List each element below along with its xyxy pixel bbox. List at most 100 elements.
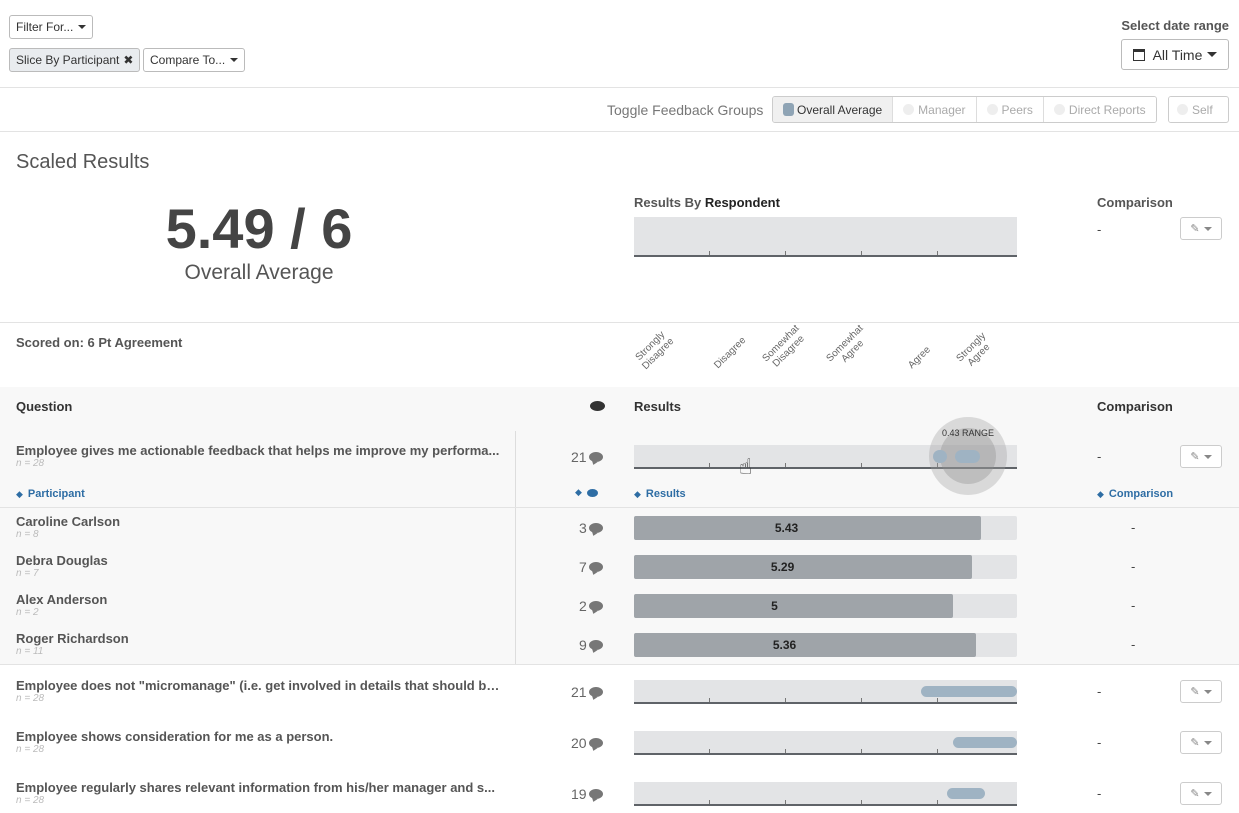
result-value: 5.29 [770,560,795,574]
result-bar-track: 5 [634,594,1017,618]
pin-dropdown-button[interactable]: ✎ [1180,680,1222,703]
range-bar[interactable] [953,737,1017,748]
tick [709,800,710,804]
toggle-self[interactable]: Self [1169,97,1221,122]
comparison-value: - [1131,520,1136,535]
sort-header-label: Comparison [1108,488,1174,500]
legend-dot-icon [986,104,998,115]
question-text[interactable]: Employee gives me actionable feedback th… [16,443,501,458]
chevron-down-icon [1203,791,1212,796]
tick [785,698,786,702]
pin-dropdown-button[interactable]: ✎ [1180,731,1222,754]
compare-to-dropdown[interactable]: Compare To... [143,48,246,72]
tick [861,800,862,804]
section-title: Scaled Results [16,151,150,173]
comment-count[interactable]: 21 [571,449,603,465]
range-bar[interactable] [946,788,986,799]
pin-dropdown-button[interactable]: ✎ [1180,782,1222,805]
range-bar[interactable] [921,686,1017,697]
toggle-overall-average[interactable]: Overall Average [773,97,894,122]
comparison-value: - [1097,735,1102,750]
tick [861,251,862,255]
question-n: n = 28 [16,744,45,755]
result-value: 5 [771,599,778,613]
toggle-label: Direct Reports [1068,102,1146,117]
range-label: 0.43 RANGE [942,428,995,438]
sort-icon: ◆ [1097,488,1104,499]
results-by-text: Results By [634,195,702,210]
range-bar-min[interactable] [933,450,947,463]
comment-count[interactable]: 21 [571,684,603,700]
divider [0,664,1239,665]
close-icon[interactable]: ✖ [123,53,133,67]
question-n: n = 28 [16,693,45,704]
comment-bubble-icon [586,488,598,497]
chevron-down-icon [1203,226,1212,231]
comments-sort-header[interactable]: ◆ [575,487,598,498]
result-bar-track: 5.43 [634,516,1017,540]
results-by-label: Results By Respondent [634,195,780,210]
legend-dot-icon [1177,104,1188,115]
participant-sort-header[interactable]: ◆ Participant [16,488,85,500]
date-range-label: Select date range [1121,18,1229,33]
divider [0,87,1239,88]
participant-name[interactable]: Debra Douglas [16,553,108,568]
comparison-value: - [1097,449,1102,464]
toggle-self-group: Self [1168,96,1229,123]
tick [785,749,786,753]
comment-count[interactable]: 2 [579,598,603,614]
sort-icon: ◆ [634,488,641,499]
question-text[interactable]: Employee shows consideration for me as a… [16,729,501,744]
toggle-peers[interactable]: Peers [976,97,1044,122]
toggle-label: Overall Average [797,102,883,117]
pin-dropdown-button[interactable]: ✎ [1180,217,1222,240]
comparison-sort-header[interactable]: ◆ Comparison [1097,488,1173,500]
toggle-manager[interactable]: Manager [893,97,977,122]
divider [0,131,1239,132]
results-by-dimension: Respondent [704,195,780,210]
comment-bubble-icon [588,601,603,611]
tick [709,698,710,702]
pin-dropdown-button[interactable]: ✎ [1180,445,1222,468]
participant-name[interactable]: Caroline Carlson [16,514,120,529]
range-bar-max[interactable] [955,450,980,463]
question-text[interactable]: Employee does not "micromanage" (i.e. ge… [16,678,501,693]
result-value: 5.36 [772,638,797,652]
comment-count-value: 20 [571,735,587,751]
pin-icon: ✎ [1190,451,1200,463]
comments-icon [590,401,605,411]
chevron-down-icon [1203,454,1212,459]
comment-count[interactable]: 3 [579,520,603,536]
comparison-value: - [1131,637,1136,652]
legend-swatch-icon [783,103,794,116]
results-sort-header[interactable]: ◆ Results [634,488,686,500]
sort-icon: ◆ [575,487,582,497]
tick [709,463,710,467]
comment-count-value: 19 [571,786,587,802]
toggle-direct-reports[interactable]: Direct Reports [1043,97,1156,122]
date-range-dropdown[interactable]: All Time [1121,39,1229,70]
overall-score: 5.49 / 6 [165,197,353,260]
chevron-down-icon [78,25,87,29]
tick [785,800,786,804]
chevron-down-icon [230,58,239,62]
comment-count[interactable]: 7 [579,559,603,575]
comment-count-value: 7 [579,559,587,575]
participant-name[interactable]: Roger Richardson [16,631,129,646]
comment-count[interactable]: 20 [571,735,603,751]
participant-name[interactable]: Alex Anderson [16,592,107,607]
result-bar-track: 5.36 [634,633,1017,657]
filter-for-dropdown[interactable]: Filter For... [9,15,94,39]
comment-bubble-icon [588,452,603,462]
comparison-column-header: Comparison [1097,399,1173,414]
pin-icon: ✎ [1190,737,1200,749]
comment-count[interactable]: 9 [579,637,603,653]
comment-count-value: 21 [571,449,587,465]
toggle-groups-label: Toggle Feedback Groups [607,102,764,118]
tick [937,698,938,702]
slice-by-chip[interactable]: Slice By Participant ✖ [9,48,141,72]
pin-icon: ✎ [1190,223,1200,235]
comment-count[interactable]: 19 [571,786,603,802]
comment-count-value: 3 [579,520,587,536]
question-text[interactable]: Employee regularly shares relevant infor… [16,780,501,795]
